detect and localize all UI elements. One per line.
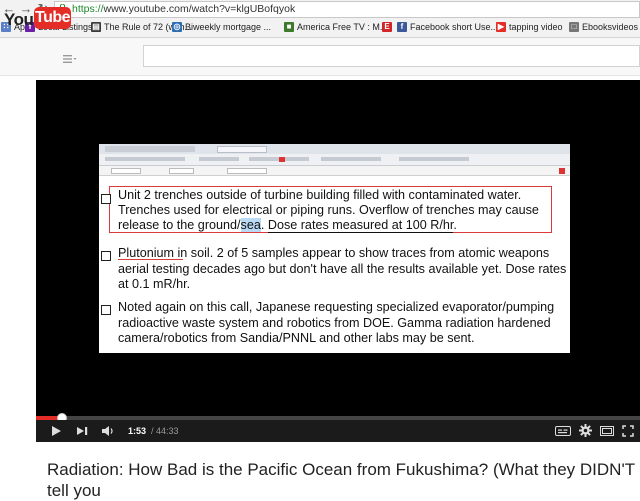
e-logo-icon: E (382, 22, 392, 32)
bookmark-item[interactable]: ◎ Biweekly mortgage ... (172, 22, 271, 32)
browser-toolbar: ← → ↻ https://www.youtube.com/watch?v=kl… (0, 0, 640, 19)
url-scheme: https:// (72, 3, 104, 15)
globe-icon: ◎ (172, 22, 182, 32)
embedded-browser-tabs (99, 144, 570, 154)
fullscreen-icon[interactable] (622, 425, 634, 437)
total-time: / 44:33 (151, 426, 179, 436)
volume-icon[interactable] (101, 424, 115, 438)
slide-line: Trenches used for electrical or piping r… (118, 203, 539, 217)
settings-gear-icon[interactable] (579, 424, 592, 437)
underlined-text: Dose rates measured at 100 R/hr (267, 218, 454, 233)
red-underline (118, 259, 183, 260)
facebook-icon: f (397, 22, 407, 32)
slide-text: . (260, 218, 268, 232)
bookmark-item[interactable]: □ Ebooksvideos (569, 22, 638, 32)
slide-line: at 0.1 mR/hr. (118, 277, 191, 291)
highlighted-word: sea (240, 218, 261, 232)
slide-line: Unit 2 trenches outside of turbine build… (118, 188, 522, 202)
bullet-box (101, 194, 111, 204)
address-url[interactable]: https://www.youtube.com/watch?v=klgUBofq… (72, 3, 295, 15)
bookmark-label: Facebook short Use... (410, 22, 499, 32)
bookmark-item[interactable]: f Facebook short Use... (397, 22, 498, 32)
play-icon[interactable] (50, 425, 62, 437)
bookmark-label: America Free TV : M... (297, 22, 388, 32)
youtube-logo-tube[interactable]: Tube (34, 7, 71, 29)
slide-lead: Plutonium in soil. (118, 246, 214, 260)
search-input[interactable] (143, 45, 640, 67)
bookmark-item[interactable]: E (382, 22, 392, 32)
slide-line: aerial testing decades ago but don't hav… (118, 262, 567, 276)
youtube-logo-you[interactable]: You (4, 10, 34, 30)
youtube-icon: ▶ (496, 22, 506, 32)
slide-line: Noted again on this call, Japanese reque… (118, 300, 555, 314)
slide-text: . (453, 218, 457, 232)
captions-icon[interactable] (555, 426, 571, 436)
theater-mode-icon[interactable] (600, 426, 614, 436)
document-icon: □ (569, 22, 579, 32)
embedded-browser-bookmarks (99, 154, 570, 166)
bullet-box (101, 305, 111, 315)
tv-icon: ■ (284, 22, 294, 32)
bookmark-item[interactable]: ▶ tapping video (496, 22, 563, 32)
slide-line: camera/robotics from Sandia/PNNL and oth… (118, 331, 475, 345)
video-title: Radiation: How Bad is the Pacific Ocean … (47, 460, 635, 500)
slide-text: 2 of 5 samples appear to show traces fro… (213, 246, 550, 260)
bullet-box (101, 251, 111, 261)
slide-line: release to the ground/sea. Dose rates me… (118, 218, 457, 233)
embedded-pdf-toolbar (99, 166, 570, 176)
bookmark-label: Ebooksvideos (582, 22, 639, 32)
slide-line: radioactive waste system and robotics fr… (118, 316, 551, 330)
bookmark-label: Biweekly mortgage ... (185, 22, 272, 32)
next-icon[interactable] (76, 426, 89, 436)
slide-text: release to the ground/ (118, 218, 241, 232)
bookmark-label: tapping video (509, 22, 563, 32)
bookmark-page-icon: ▤ (91, 22, 101, 32)
current-time: 1:53 (128, 426, 147, 436)
bookmark-item[interactable]: ■ America Free TV : M... (284, 22, 387, 32)
url-path: www.youtube.com/watch?v=klgUBofqyok (103, 3, 296, 15)
player-controls (36, 420, 640, 442)
guide-menu-icon[interactable] (63, 54, 77, 64)
